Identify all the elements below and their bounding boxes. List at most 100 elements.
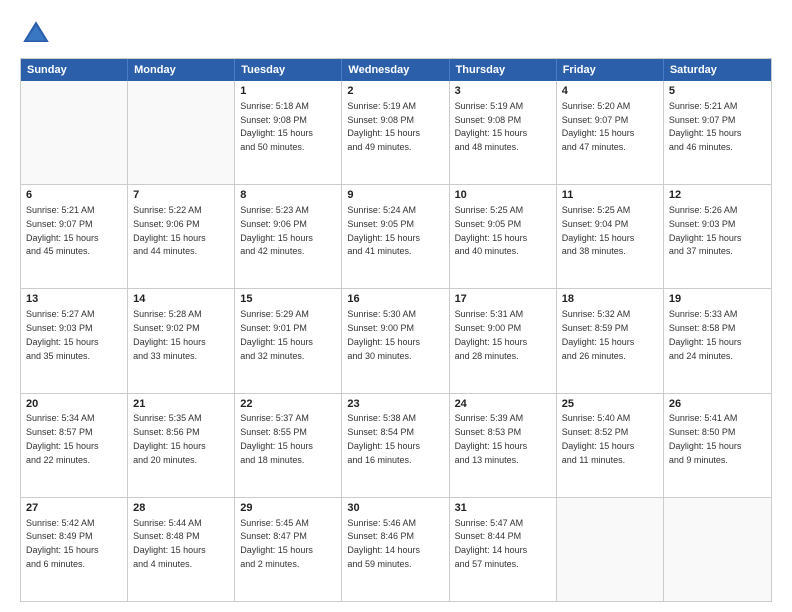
day-info: Sunrise: 5:47 AM Sunset: 8:44 PM Dayligh… (455, 518, 528, 569)
day-info: Sunrise: 5:25 AM Sunset: 9:04 PM Dayligh… (562, 205, 635, 256)
day-cell-17: 17Sunrise: 5:31 AM Sunset: 9:00 PM Dayli… (450, 289, 557, 392)
day-info: Sunrise: 5:39 AM Sunset: 8:53 PM Dayligh… (455, 413, 528, 464)
empty-cell (664, 498, 771, 601)
day-info: Sunrise: 5:21 AM Sunset: 9:07 PM Dayligh… (26, 205, 99, 256)
day-cell-30: 30 Sunrise: 5:46 AM Sunset: 8:46 PM Dayli… (342, 498, 449, 601)
day-number: 28 (133, 501, 229, 516)
header-day-sunday: Sunday (21, 59, 128, 81)
day-number: 2 (347, 84, 443, 99)
day-info: Sunrise: 5:29 AM Sunset: 9:01 PM Dayligh… (240, 309, 313, 360)
header-day-wednesday: Wednesday (342, 59, 449, 81)
header-day-monday: Monday (128, 59, 235, 81)
week-row-4: 20Sunrise: 5:34 AM Sunset: 8:57 PM Dayli… (21, 394, 771, 498)
header-day-tuesday: Tuesday (235, 59, 342, 81)
header (20, 18, 772, 50)
day-number: 23 (347, 397, 443, 412)
day-info: Sunrise: 5:18 AM Sunset: 9:08 PM Dayligh… (240, 101, 313, 152)
day-cell-31: 31 Sunrise: 5:47 AM Sunset: 8:44 PM Dayli… (450, 498, 557, 601)
day-cell-14: 14Sunrise: 5:28 AM Sunset: 9:02 PM Dayli… (128, 289, 235, 392)
header-day-thursday: Thursday (450, 59, 557, 81)
day-cell-26: 26Sunrise: 5:41 AM Sunset: 8:50 PM Dayli… (664, 394, 771, 497)
day-number: 26 (669, 397, 766, 412)
empty-cell (128, 81, 235, 184)
day-number: 12 (669, 188, 766, 203)
day-info: Sunrise: 5:38 AM Sunset: 8:54 PM Dayligh… (347, 413, 420, 464)
day-cell-6: 6Sunrise: 5:21 AM Sunset: 9:07 PM Daylig… (21, 185, 128, 288)
day-info: Sunrise: 5:40 AM Sunset: 8:52 PM Dayligh… (562, 413, 635, 464)
empty-cell (21, 81, 128, 184)
day-info: Sunrise: 5:27 AM Sunset: 9:03 PM Dayligh… (26, 309, 99, 360)
day-info: Sunrise: 5:37 AM Sunset: 8:55 PM Dayligh… (240, 413, 313, 464)
day-info: Sunrise: 5:42 AM Sunset: 8:49 PM Dayligh… (26, 518, 99, 569)
day-number: 11 (562, 188, 658, 203)
week-row-3: 13Sunrise: 5:27 AM Sunset: 9:03 PM Dayli… (21, 289, 771, 393)
empty-cell (557, 498, 664, 601)
page: SundayMondayTuesdayWednesdayThursdayFrid… (0, 0, 792, 612)
day-cell-19: 19 Sunrise: 5:33 AM Sunset: 8:58 PM Dayli… (664, 289, 771, 392)
week-row-5: 27Sunrise: 5:42 AM Sunset: 8:49 PM Dayli… (21, 498, 771, 601)
day-number: 19 (669, 292, 766, 307)
day-cell-2: 2 Sunrise: 5:19 AM Sunset: 9:08 PM Daylig… (342, 81, 449, 184)
day-info: Sunrise: 5:33 AM Sunset: 8:58 PM Dayligh… (669, 309, 742, 360)
day-number: 5 (669, 84, 766, 99)
day-cell-7: 7Sunrise: 5:22 AM Sunset: 9:06 PM Daylig… (128, 185, 235, 288)
day-number: 29 (240, 501, 336, 516)
day-cell-3: 3 Sunrise: 5:19 AM Sunset: 9:08 PM Daylig… (450, 81, 557, 184)
day-number: 31 (455, 501, 551, 516)
day-cell-25: 25Sunrise: 5:40 AM Sunset: 8:52 PM Dayli… (557, 394, 664, 497)
day-info: Sunrise: 5:19 AM Sunset: 9:08 PM Dayligh… (455, 101, 528, 152)
day-info: Sunrise: 5:44 AM Sunset: 8:48 PM Dayligh… (133, 518, 206, 569)
day-cell-12: 12 Sunrise: 5:26 AM Sunset: 9:03 PM Dayli… (664, 185, 771, 288)
day-cell-13: 13Sunrise: 5:27 AM Sunset: 9:03 PM Dayli… (21, 289, 128, 392)
week-row-1: 1 Sunrise: 5:18 AM Sunset: 9:08 PM Daylig… (21, 81, 771, 185)
day-cell-10: 10 Sunrise: 5:25 AM Sunset: 9:05 PM Dayli… (450, 185, 557, 288)
calendar: SundayMondayTuesdayWednesdayThursdayFrid… (20, 58, 772, 602)
day-cell-27: 27Sunrise: 5:42 AM Sunset: 8:49 PM Dayli… (21, 498, 128, 601)
day-cell-16: 16Sunrise: 5:30 AM Sunset: 9:00 PM Dayli… (342, 289, 449, 392)
day-cell-29: 29 Sunrise: 5:45 AM Sunset: 8:47 PM Dayli… (235, 498, 342, 601)
day-number: 21 (133, 397, 229, 412)
day-number: 15 (240, 292, 336, 307)
day-cell-4: 4 Sunrise: 5:20 AM Sunset: 9:07 PM Daylig… (557, 81, 664, 184)
day-info: Sunrise: 5:30 AM Sunset: 9:00 PM Dayligh… (347, 309, 420, 360)
day-number: 14 (133, 292, 229, 307)
day-cell-11: 11 Sunrise: 5:25 AM Sunset: 9:04 PM Dayli… (557, 185, 664, 288)
day-info: Sunrise: 5:24 AM Sunset: 9:05 PM Dayligh… (347, 205, 420, 256)
day-number: 4 (562, 84, 658, 99)
day-info: Sunrise: 5:19 AM Sunset: 9:08 PM Dayligh… (347, 101, 420, 152)
day-cell-24: 24Sunrise: 5:39 AM Sunset: 8:53 PM Dayli… (450, 394, 557, 497)
day-info: Sunrise: 5:46 AM Sunset: 8:46 PM Dayligh… (347, 518, 420, 569)
day-info: Sunrise: 5:35 AM Sunset: 8:56 PM Dayligh… (133, 413, 206, 464)
header-day-saturday: Saturday (664, 59, 771, 81)
header-day-friday: Friday (557, 59, 664, 81)
day-cell-9: 9 Sunrise: 5:24 AM Sunset: 9:05 PM Daylig… (342, 185, 449, 288)
day-number: 30 (347, 501, 443, 516)
day-info: Sunrise: 5:34 AM Sunset: 8:57 PM Dayligh… (26, 413, 99, 464)
day-number: 10 (455, 188, 551, 203)
day-number: 8 (240, 188, 336, 203)
day-number: 17 (455, 292, 551, 307)
day-number: 25 (562, 397, 658, 412)
logo (20, 18, 56, 50)
day-number: 22 (240, 397, 336, 412)
day-cell-20: 20Sunrise: 5:34 AM Sunset: 8:57 PM Dayli… (21, 394, 128, 497)
day-info: Sunrise: 5:20 AM Sunset: 9:07 PM Dayligh… (562, 101, 635, 152)
day-info: Sunrise: 5:25 AM Sunset: 9:05 PM Dayligh… (455, 205, 528, 256)
day-cell-18: 18 Sunrise: 5:32 AM Sunset: 8:59 PM Dayli… (557, 289, 664, 392)
day-info: Sunrise: 5:26 AM Sunset: 9:03 PM Dayligh… (669, 205, 742, 256)
day-number: 3 (455, 84, 551, 99)
day-number: 20 (26, 397, 122, 412)
day-cell-1: 1 Sunrise: 5:18 AM Sunset: 9:08 PM Daylig… (235, 81, 342, 184)
day-number: 1 (240, 84, 336, 99)
day-info: Sunrise: 5:41 AM Sunset: 8:50 PM Dayligh… (669, 413, 742, 464)
day-info: Sunrise: 5:32 AM Sunset: 8:59 PM Dayligh… (562, 309, 635, 360)
day-number: 9 (347, 188, 443, 203)
day-number: 18 (562, 292, 658, 307)
logo-icon (20, 18, 52, 50)
day-cell-22: 22Sunrise: 5:37 AM Sunset: 8:55 PM Dayli… (235, 394, 342, 497)
day-cell-28: 28 Sunrise: 5:44 AM Sunset: 8:48 PM Dayli… (128, 498, 235, 601)
day-number: 24 (455, 397, 551, 412)
day-cell-15: 15 Sunrise: 5:29 AM Sunset: 9:01 PM Dayli… (235, 289, 342, 392)
day-info: Sunrise: 5:45 AM Sunset: 8:47 PM Dayligh… (240, 518, 313, 569)
day-cell-8: 8Sunrise: 5:23 AM Sunset: 9:06 PM Daylig… (235, 185, 342, 288)
